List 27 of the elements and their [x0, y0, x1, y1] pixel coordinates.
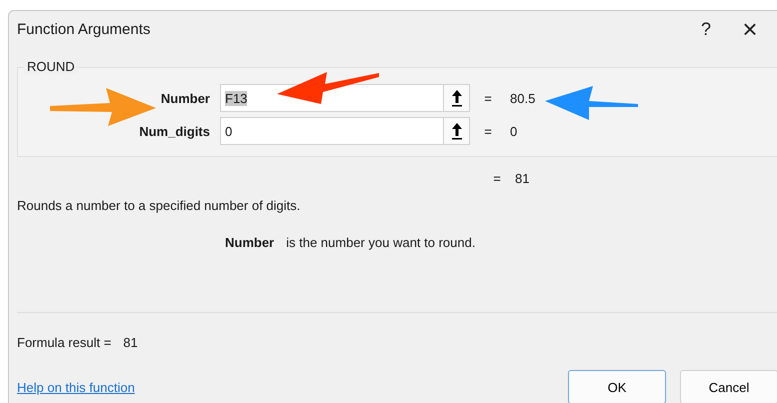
formula-result-label: Formula result =: [17, 335, 112, 350]
argument-field[interactable]: F13: [220, 84, 470, 112]
function-name: ROUND: [24, 59, 78, 74]
field-value: F13: [225, 90, 248, 106]
equals-sign: =: [493, 171, 501, 186]
up-arrow-icon: [450, 89, 462, 107]
argument-label: Number: [160, 90, 211, 106]
help-link[interactable]: Help on this function: [17, 380, 554, 394]
collapse-button[interactable]: [443, 85, 469, 111]
dialog-button[interactable]: Cancel: [680, 370, 777, 403]
equals-sign: =: [484, 124, 492, 138]
help-button[interactable]: ?: [684, 13, 728, 45]
collapse-button[interactable]: [443, 118, 469, 144]
equals-sign: =: [484, 90, 492, 106]
argument-label: Num_digits: [138, 124, 211, 138]
window-title: Function Arguments: [17, 20, 152, 38]
function-result: 81: [515, 171, 530, 186]
argument-result: 0: [510, 124, 518, 138]
argument-field[interactable]: 0: [220, 117, 470, 145]
up-arrow-icon: [450, 122, 462, 140]
argument-description: Number is the number you want to round.: [225, 235, 476, 250]
dialog-button[interactable]: OK: [568, 370, 666, 403]
field-value: 0: [225, 124, 232, 138]
function-description: Rounds a number to a specified number of digits.: [17, 198, 302, 213]
close-button[interactable]: ×: [728, 13, 772, 45]
argument-result: 80.5: [510, 90, 536, 106]
formula-result-value: 81: [123, 335, 138, 350]
